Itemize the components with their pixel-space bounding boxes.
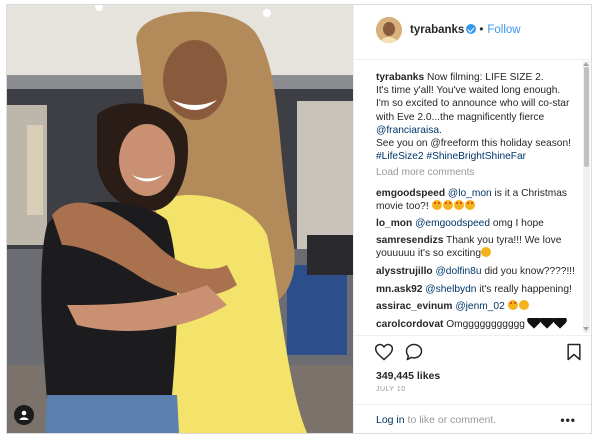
comment-1: emgoodspeed @lo_mon is it a Christmas mo… [376, 187, 576, 213]
post-photo[interactable] [7, 5, 353, 433]
comment-text-cont: movie too?! [376, 201, 429, 212]
post-photo-image [7, 5, 353, 433]
heart-eyes-emoji-icon [507, 300, 518, 310]
post-sidebar: tyrabanks • Follow tyrabanks Now filming: … [353, 5, 591, 433]
black-heart-icon [541, 318, 553, 329]
caption-hashtags[interactable]: #LifeSize2 #ShineBrightShineFar [376, 151, 526, 162]
comment-2: lo_mon @emgoodspeed omg I hope [376, 217, 576, 230]
caption: tyrabanks Now filming: LIFE SIZE 2. It's… [376, 71, 576, 163]
login-bar: Log in to like or comment. ••• [354, 404, 591, 433]
comment-text: it's really happening! [479, 284, 572, 295]
header-username[interactable]: tyrabanks [410, 24, 464, 36]
comment-6: assirac_evinum @jenm_02 [376, 300, 576, 313]
comment-user[interactable]: assirac_evinum [376, 301, 452, 312]
likes-count[interactable]: 349,445 likes [376, 370, 440, 382]
heart-eyes-emoji-icon [453, 200, 464, 210]
heart-eyes-emoji-icon [442, 200, 453, 210]
comment-3: samresendizs Thank you tyra!!! We love y… [376, 234, 576, 260]
post-date: JULY 10 [376, 386, 406, 393]
comment-text-cont: youuuuu it's so exciting [376, 248, 482, 259]
heart-eyes-emoji-icon [464, 200, 475, 210]
comment-mention[interactable]: @emgoodspeed [415, 218, 490, 229]
post-frame: tyrabanks • Follow tyrabanks Now filming: … [6, 4, 592, 434]
comment-user[interactable]: mn.ask92 [376, 284, 422, 295]
black-heart-icon [554, 318, 566, 329]
comment-user[interactable]: emgoodspeed [376, 188, 445, 199]
comment-text: Thank you tyra!!! We love [446, 235, 562, 246]
header-username-row: tyrabanks • Follow [410, 24, 521, 36]
comment-user[interactable]: samresendizs [376, 235, 443, 246]
caption-line-2: It's time y'all! You've waited long enou… [376, 85, 561, 97]
caption-line-1: Now filming: LIFE SIZE 2. [426, 72, 544, 83]
black-heart-icon [528, 318, 540, 329]
caption-line-4: with Eve 2.0...the magnificently fierce [376, 111, 545, 123]
comment-icon[interactable] [404, 342, 424, 362]
caption-line-6: See you on @freeform this holiday season… [376, 138, 571, 150]
scroll-up-arrow-icon[interactable] [583, 62, 589, 66]
comment-text: Omggggggggggg [446, 319, 525, 330]
comment-mention[interactable]: @jenm_02 [455, 301, 504, 312]
login-link[interactable]: Log in [376, 414, 405, 426]
post-header: tyrabanks • Follow [354, 5, 591, 60]
grin-emoji-icon [481, 247, 492, 257]
comments-panel[interactable]: tyrabanks Now filming: LIFE SIZE 2. It's… [354, 59, 591, 335]
login-text: to like or comment. [407, 414, 497, 426]
caption-line-5[interactable]: @franciaraisa. [376, 125, 442, 136]
comment-text: did you know????!!! [484, 266, 575, 277]
comment-user[interactable]: lo_mon [376, 218, 412, 229]
comment-4: alysstrujillo @dolfin8u did you know????… [376, 265, 576, 278]
caption-username[interactable]: tyrabanks [376, 72, 424, 83]
scroll-down-arrow-icon[interactable] [583, 327, 589, 331]
comment-user[interactable]: alysstrujillo [376, 266, 433, 277]
caption-line-3: I'm so excited to announce who will co-s… [376, 98, 570, 110]
comment-mention[interactable]: @lo_mon [448, 188, 492, 199]
heart-icon[interactable] [374, 342, 394, 362]
verified-badge-icon [466, 24, 477, 34]
comment-text: omg I hope [492, 218, 544, 229]
separator-dot: • [479, 24, 484, 36]
more-options-button[interactable]: ••• [560, 413, 576, 427]
bookmark-icon[interactable] [564, 342, 584, 362]
load-more-comments[interactable]: Load more comments [376, 167, 475, 178]
comment-5: mn.ask92 @shelbydn it's really happening… [376, 283, 576, 296]
comment-text: is it a Christmas [494, 188, 567, 199]
grin-emoji-icon [518, 300, 529, 310]
comments-scrollbar-thumb[interactable] [584, 67, 589, 167]
avatar[interactable] [376, 17, 402, 43]
comment-mention[interactable]: @dolfin8u [435, 266, 481, 277]
user-tag-icon[interactable] [14, 405, 34, 425]
comment-7: carolcordovat Omggggggggggg [376, 318, 576, 331]
comment-mention[interactable]: @shelbydn [425, 284, 476, 295]
heart-eyes-emoji-icon [431, 200, 442, 210]
follow-button[interactable]: Follow [487, 24, 520, 36]
login-prompt: Log in to like or comment. [376, 414, 496, 426]
comment-user[interactable]: carolcordovat [376, 319, 443, 330]
post-actions: 349,445 likes JULY 10 Log in to like or … [354, 335, 591, 433]
